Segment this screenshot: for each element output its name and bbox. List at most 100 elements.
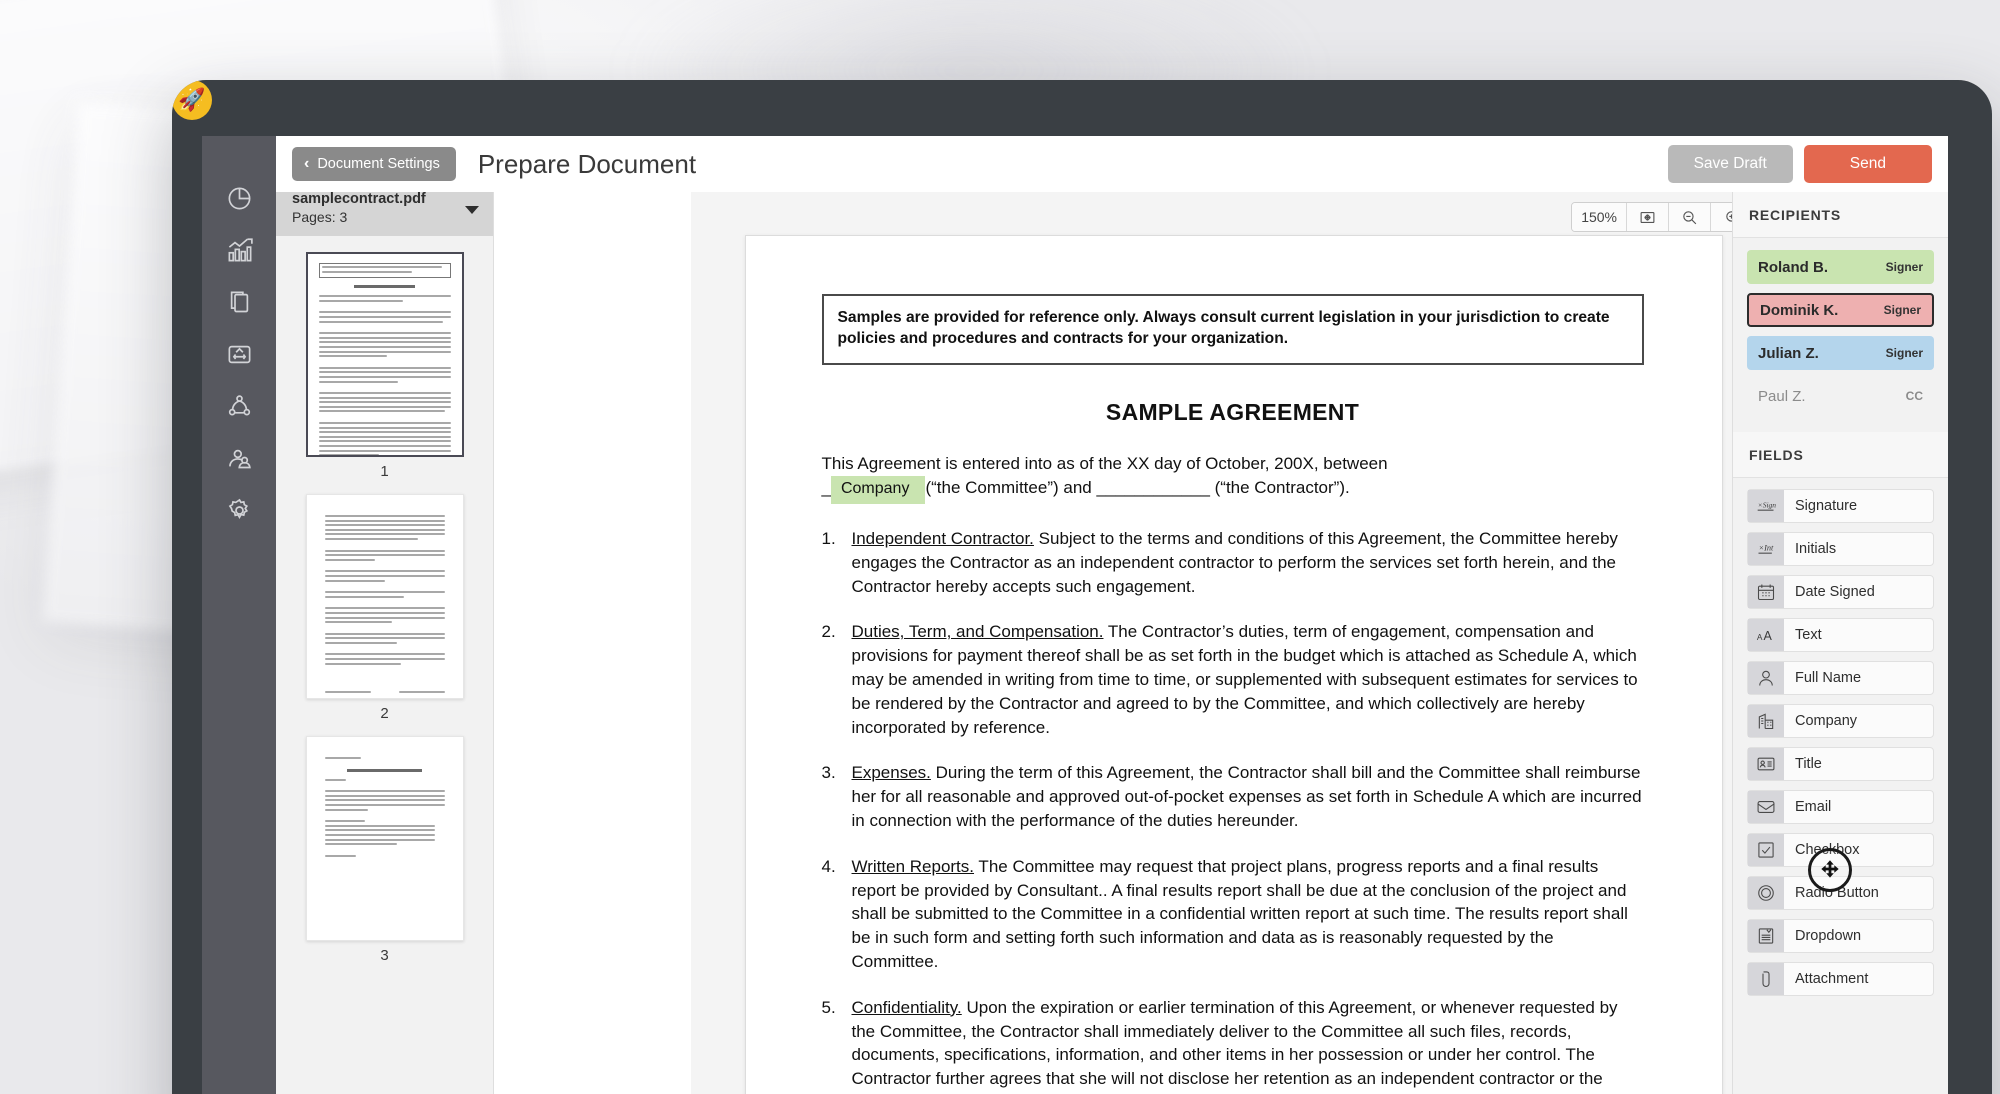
field-label: Title xyxy=(1795,756,1822,772)
field-label: Date Signed xyxy=(1795,584,1875,600)
recipient-item-dominik[interactable]: Dominik K. Signer xyxy=(1747,293,1934,327)
field-label: Initials xyxy=(1795,541,1837,557)
field-label: Text xyxy=(1795,627,1822,643)
recipient-name: Julian Z. xyxy=(1758,344,1819,362)
recipient-item-paul[interactable]: Paul Z. CC xyxy=(1747,379,1934,413)
page-thumbnail-list[interactable]: 1 2 3 xyxy=(276,236,493,1094)
sidebar-item-teams[interactable] xyxy=(202,380,276,432)
clause-heading: Duties, Term, and Compensation. xyxy=(851,622,1104,642)
page-canvas[interactable]: Samples are provided for reference only.… xyxy=(691,235,1776,1094)
recipient-role: Signer xyxy=(1885,260,1923,274)
sidebar-item-documents[interactable] xyxy=(202,276,276,328)
device-frame: 🚀 samplecontract.pdf Pages: 3 1 2 3 ‹ Do… xyxy=(172,80,1992,1094)
document-notice-box: Samples are provided for reference only.… xyxy=(821,294,1644,366)
document-settings-label: Document Settings xyxy=(317,156,440,172)
intro-line-2: (“the Committee”) and ____________ (“the… xyxy=(925,478,1350,498)
thumbnail-number: 3 xyxy=(380,947,389,964)
field-full-name[interactable]: Full Name xyxy=(1747,661,1934,695)
recipient-list: Roland B. Signer Dominik K. Signer Julia… xyxy=(1733,238,1948,432)
zoom-out-icon xyxy=(1683,210,1697,224)
sidebar-item-dashboard[interactable] xyxy=(202,172,276,224)
field-label: Company xyxy=(1795,713,1858,729)
clause-heading: Confidentiality. xyxy=(851,997,962,1017)
field-label: Full Name xyxy=(1795,670,1862,686)
fit-to-screen-icon xyxy=(1640,211,1655,223)
company-field-tag[interactable]: Company xyxy=(830,476,926,504)
field-text[interactable]: AA Text xyxy=(1747,618,1934,652)
field-date-signed[interactable]: Date Signed xyxy=(1747,575,1934,609)
building-icon xyxy=(1748,705,1784,737)
zoom-out-button[interactable] xyxy=(1669,203,1711,231)
recipients-heading: RECIPIENTS xyxy=(1733,192,1948,238)
person-icon xyxy=(1748,662,1784,694)
field-checkbox[interactable]: Checkbox xyxy=(1747,833,1934,867)
sidebar-item-settings[interactable] xyxy=(202,484,276,536)
recipient-name: Paul Z. xyxy=(1758,387,1806,405)
document-page[interactable]: Samples are provided for reference only.… xyxy=(744,235,1723,1094)
send-button[interactable]: Send xyxy=(1803,145,1932,183)
field-signature[interactable]: ×Sign Signature xyxy=(1747,489,1934,523)
pie-chart-icon xyxy=(228,187,250,209)
app-header: ‹ Document Settings Prepare Document Sav… xyxy=(276,136,1948,192)
clause-number: 2. xyxy=(821,622,836,642)
document-settings-back-button[interactable]: ‹ Document Settings xyxy=(292,147,456,181)
envelope-icon xyxy=(1748,791,1784,823)
clause-list: 1. Independent Contractor. Subject to th… xyxy=(822,527,1644,1094)
user-admin-icon xyxy=(228,449,251,468)
page-thumbnail-2[interactable]: 2 xyxy=(276,494,493,722)
agreement-intro: This Agreement is entered into as of the… xyxy=(822,452,1644,504)
page-thumbnail-3[interactable]: 3 xyxy=(276,736,493,964)
team-network-icon xyxy=(228,394,250,415)
sidebar-item-templates[interactable] xyxy=(202,328,276,380)
field-label: Dropdown xyxy=(1795,928,1862,944)
field-initials[interactable]: ×Int Initials xyxy=(1747,532,1934,566)
field-title[interactable]: Title xyxy=(1747,747,1934,781)
sidebar-item-admin[interactable] xyxy=(202,432,276,484)
field-company[interactable]: Company xyxy=(1747,704,1934,738)
save-draft-button[interactable]: Save Draft xyxy=(1667,145,1793,183)
clause-text: Upon the expiration or earlier terminati… xyxy=(851,997,1632,1094)
page-title: Prepare Document xyxy=(477,148,697,179)
intro-blank-prefix: _ xyxy=(821,478,831,498)
agreement-title: SAMPLE AGREEMENT xyxy=(1105,399,1360,426)
fields-heading: FIELDS xyxy=(1733,432,1948,478)
field-email[interactable]: Email xyxy=(1747,790,1934,824)
field-label: Signature xyxy=(1795,498,1858,514)
fit-to-screen-button[interactable] xyxy=(1627,203,1669,231)
recipient-name: Dominik K. xyxy=(1760,301,1839,319)
gear-icon xyxy=(228,498,248,519)
thumbnail-number: 2 xyxy=(380,705,389,722)
radio-icon xyxy=(1748,877,1784,909)
field-label: Email xyxy=(1795,799,1832,815)
clause-number: 1. xyxy=(821,529,836,548)
text-icon: AA xyxy=(1748,619,1784,651)
document-viewer: 150% Samples are provided for reference … xyxy=(691,192,1776,1094)
field-dropdown[interactable]: Dropdown xyxy=(1747,919,1934,953)
field-attachment[interactable]: Attachment xyxy=(1747,962,1934,996)
paperclip-icon xyxy=(1748,963,1784,995)
page-thumbnail-1[interactable]: 1 xyxy=(276,252,493,480)
intro-line-1: This Agreement is entered into as of the… xyxy=(821,454,1388,474)
documents-panel: DOCUMENTS samplecontract.pdf Pages: 3 xyxy=(276,136,494,1094)
clause-text: During the term of this Agreement, the C… xyxy=(851,763,1642,830)
right-panel: RECIPIENTS Roland B. Signer Dominik K. S… xyxy=(1732,192,1948,1094)
clause-number: 3. xyxy=(821,763,836,783)
recipient-role: CC xyxy=(1905,389,1923,403)
svg-text:A: A xyxy=(1764,629,1773,643)
recipient-item-julian[interactable]: Julian Z. Signer xyxy=(1747,336,1934,370)
recipient-item-roland[interactable]: Roland B. Signer xyxy=(1747,250,1934,284)
clause-number: 5. xyxy=(821,997,836,1017)
recipient-role: Signer xyxy=(1885,346,1923,360)
bar-chart-icon xyxy=(228,237,253,261)
zoom-level-display[interactable]: 150% xyxy=(1572,203,1627,231)
clause-item: 4. Written Reports. The Committee may re… xyxy=(822,855,1644,974)
clause-item: 1. Independent Contractor. Subject to th… xyxy=(822,527,1644,598)
clause-heading: Written Reports. xyxy=(851,856,975,876)
svg-text:×Sign: ×Sign xyxy=(1758,501,1776,510)
initials-icon: ×Int xyxy=(1748,533,1784,565)
document-file-name: samplecontract.pdf xyxy=(292,191,426,207)
sidebar-item-reports[interactable] xyxy=(202,224,276,276)
field-radio-button[interactable]: Radio Button xyxy=(1747,876,1934,910)
documents-icon xyxy=(230,291,248,312)
caret-down-icon[interactable] xyxy=(465,206,479,214)
